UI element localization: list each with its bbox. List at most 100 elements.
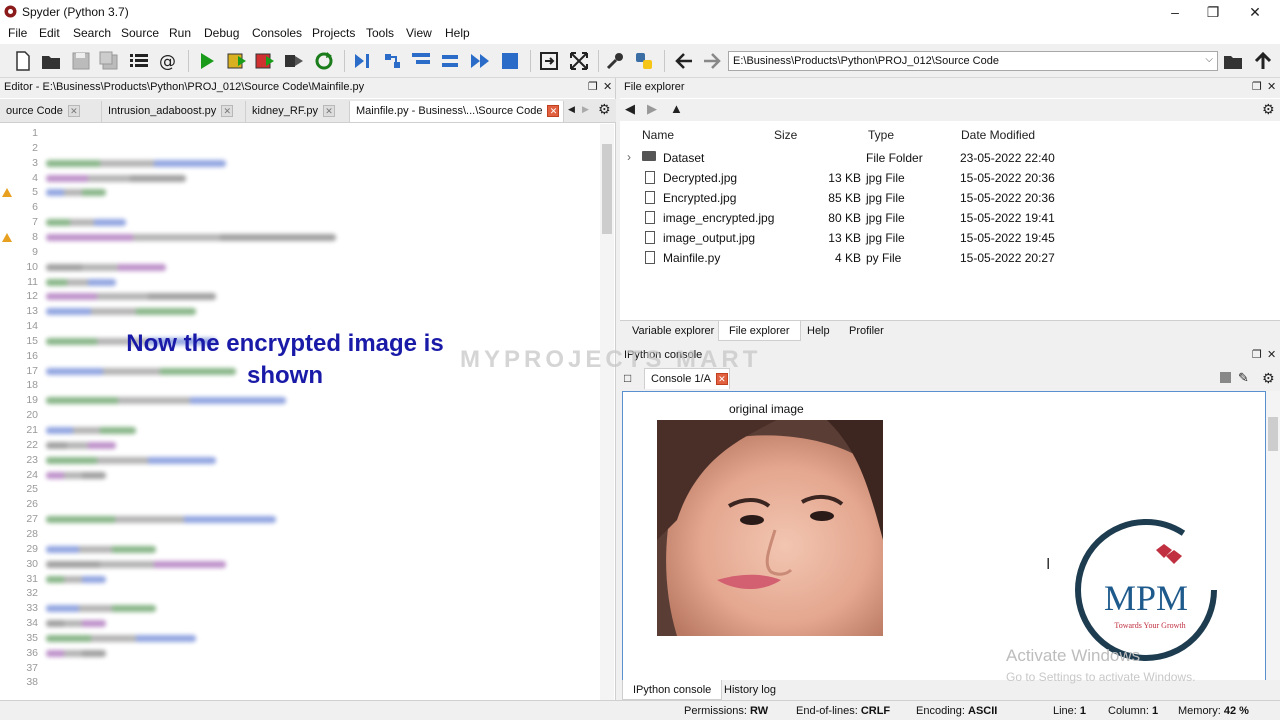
code-editor-area[interactable] bbox=[42, 124, 588, 700]
menu-file[interactable]: File bbox=[8, 26, 27, 40]
run-cell-advance-icon[interactable] bbox=[254, 50, 276, 72]
run-cell-icon[interactable] bbox=[226, 50, 248, 72]
step-icon[interactable] bbox=[382, 50, 404, 72]
close-tab-icon[interactable]: ✕ bbox=[323, 105, 336, 118]
file-row[interactable]: Decrypted.jpg 13 KB jpg File 15-05-2022 20:… bbox=[620, 168, 1280, 188]
chevron-down-icon[interactable]: ⌵ bbox=[1205, 54, 1213, 65]
tab-kidney-rf[interactable]: kidney_RF.py ✕ bbox=[246, 101, 350, 122]
menu-tools[interactable]: Tools bbox=[366, 26, 394, 40]
blurred-code-line bbox=[46, 219, 126, 227]
warning-icon[interactable] bbox=[2, 188, 12, 198]
undock-icon[interactable]: ❐ bbox=[588, 80, 598, 93]
preferences-wrench-icon[interactable] bbox=[604, 50, 626, 72]
restore-icon[interactable]: ❐ bbox=[1198, 2, 1228, 22]
menu-source[interactable]: Source bbox=[121, 26, 159, 40]
close-tab-icon[interactable]: ✕ bbox=[221, 105, 234, 118]
line-number: 6 bbox=[32, 201, 38, 214]
editor-options-gear-icon[interactable]: ⚙ bbox=[598, 101, 611, 118]
undock-icon[interactable]: ❐ bbox=[1252, 348, 1262, 361]
tab-scroll-right-icon[interactable]: ▶ bbox=[582, 104, 589, 115]
tab-scroll-left-icon[interactable]: ◀ bbox=[568, 104, 575, 115]
expand-chevron-icon[interactable]: › bbox=[627, 150, 631, 164]
close-pane-icon[interactable]: ✕ bbox=[603, 80, 612, 93]
close-window-icon[interactable]: ✕ bbox=[1240, 2, 1270, 22]
close-tab-icon[interactable]: ✕ bbox=[715, 373, 728, 386]
file-row[interactable]: image_encrypted.jpg 80 KB jpg File 15-05-20… bbox=[620, 208, 1280, 228]
continue-icon[interactable] bbox=[469, 50, 491, 72]
explorer-options-gear-icon[interactable]: ⚙ bbox=[1262, 101, 1275, 118]
editor-scrollbar[interactable] bbox=[600, 124, 614, 700]
close-tab-icon[interactable]: ✕ bbox=[547, 105, 560, 118]
menu-debug[interactable]: Debug bbox=[204, 26, 239, 40]
step-into-icon[interactable] bbox=[410, 50, 432, 72]
tab-ipython-console[interactable]: IPython console bbox=[622, 680, 723, 700]
maximize-pane-icon[interactable] bbox=[538, 50, 560, 72]
python-path-icon[interactable] bbox=[633, 50, 655, 72]
close-pane-icon[interactable]: ✕ bbox=[1267, 348, 1276, 361]
new-file-icon[interactable] bbox=[12, 50, 34, 72]
step-return-icon[interactable] bbox=[440, 50, 462, 72]
menu-search[interactable]: Search bbox=[73, 26, 111, 40]
tab-mainfile[interactable]: Mainfile.py - Business\...\Source Code ✕ bbox=[350, 101, 564, 122]
tab-history-log[interactable]: History log bbox=[714, 680, 786, 700]
console-scrollbar[interactable] bbox=[1266, 391, 1280, 681]
clear-console-eraser-icon[interactable]: ✎ bbox=[1238, 370, 1249, 386]
blurred-code-line bbox=[46, 233, 336, 241]
run-icon[interactable] bbox=[196, 50, 218, 72]
blurred-code-line bbox=[46, 456, 216, 464]
forward-arrow-icon[interactable] bbox=[701, 50, 723, 72]
file-row[interactable]: Encrypted.jpg 85 KB jpg File 15-05-2022 20:… bbox=[620, 188, 1280, 208]
save-icon[interactable] bbox=[70, 50, 92, 72]
column-date-modified[interactable]: Date Modified bbox=[961, 128, 1035, 142]
line-number: 10 bbox=[26, 260, 38, 273]
rerun-icon[interactable] bbox=[313, 50, 335, 72]
menu-help[interactable]: Help bbox=[445, 26, 470, 40]
up-nav-icon[interactable]: ▲ bbox=[670, 101, 683, 116]
tab-file-explorer[interactable]: File explorer bbox=[718, 321, 801, 341]
back-arrow-icon[interactable] bbox=[673, 50, 695, 72]
menu-edit[interactable]: Edit bbox=[39, 26, 60, 40]
stop-kernel-icon[interactable] bbox=[1220, 372, 1231, 383]
warning-icon[interactable] bbox=[2, 232, 12, 242]
tab-label: kidney_RF.py bbox=[252, 105, 319, 117]
file-row[interactable]: › Dataset File Folder 23-05-2022 22:40 bbox=[620, 148, 1280, 168]
tab-source-code[interactable]: ource Code ✕ bbox=[0, 101, 102, 122]
forward-nav-icon[interactable]: ▶ bbox=[647, 101, 657, 117]
open-folder-icon[interactable] bbox=[40, 50, 62, 72]
line-number: 11 bbox=[27, 275, 38, 288]
stop-debug-icon[interactable] bbox=[499, 50, 521, 72]
working-directory-combo[interactable]: E:\Business\Products\Python\PROJ_012\Sou… bbox=[728, 51, 1218, 71]
column-type[interactable]: Type bbox=[868, 128, 894, 142]
debug-icon[interactable] bbox=[352, 50, 374, 72]
run-selection-icon[interactable] bbox=[283, 50, 305, 72]
blurred-code-line bbox=[46, 441, 116, 449]
fullscreen-icon[interactable] bbox=[568, 50, 590, 72]
tab-variable-explorer[interactable]: Variable explorer bbox=[622, 321, 724, 341]
minimize-icon[interactable]: – bbox=[1160, 2, 1190, 22]
editor-tab-bar: ource Code ✕ Intrusion_adaboost.py ✕ kidne… bbox=[0, 99, 616, 123]
tab-intrusion-adaboost[interactable]: Intrusion_adaboost.py ✕ bbox=[102, 101, 246, 122]
file-row[interactable]: Mainfile.py 4 KB py File 15-05-2022 20:27 bbox=[620, 248, 1280, 268]
menu-projects[interactable]: Projects bbox=[312, 26, 355, 40]
undock-icon[interactable]: ❐ bbox=[1252, 80, 1262, 93]
line-number: 34 bbox=[26, 617, 38, 630]
line-number: 21 bbox=[26, 424, 38, 436]
file-row[interactable]: image_output.jpg 13 KB jpg File 15-05-2022 … bbox=[620, 228, 1280, 248]
at-sign-icon[interactable]: @ bbox=[157, 50, 179, 72]
tab-help[interactable]: Help bbox=[797, 321, 840, 341]
menu-consoles[interactable]: Consoles bbox=[252, 26, 302, 40]
parent-dir-arrow-icon[interactable] bbox=[1252, 50, 1274, 72]
column-size[interactable]: Size bbox=[774, 128, 797, 142]
close-pane-icon[interactable]: ✕ bbox=[1267, 80, 1276, 93]
outline-list-icon[interactable] bbox=[128, 50, 150, 72]
save-all-icon[interactable] bbox=[98, 50, 120, 72]
menu-view[interactable]: View bbox=[406, 26, 432, 40]
line-number: 27 bbox=[26, 513, 38, 526]
column-name[interactable]: Name bbox=[642, 128, 674, 142]
back-nav-icon[interactable]: ◀ bbox=[625, 101, 635, 117]
browse-folder-icon[interactable] bbox=[1222, 50, 1244, 72]
console-options-gear-icon[interactable]: ⚙ bbox=[1262, 370, 1275, 387]
close-tab-icon[interactable]: ✕ bbox=[67, 105, 80, 118]
menu-run[interactable]: Run bbox=[169, 26, 191, 40]
tab-profiler[interactable]: Profiler bbox=[839, 321, 894, 341]
